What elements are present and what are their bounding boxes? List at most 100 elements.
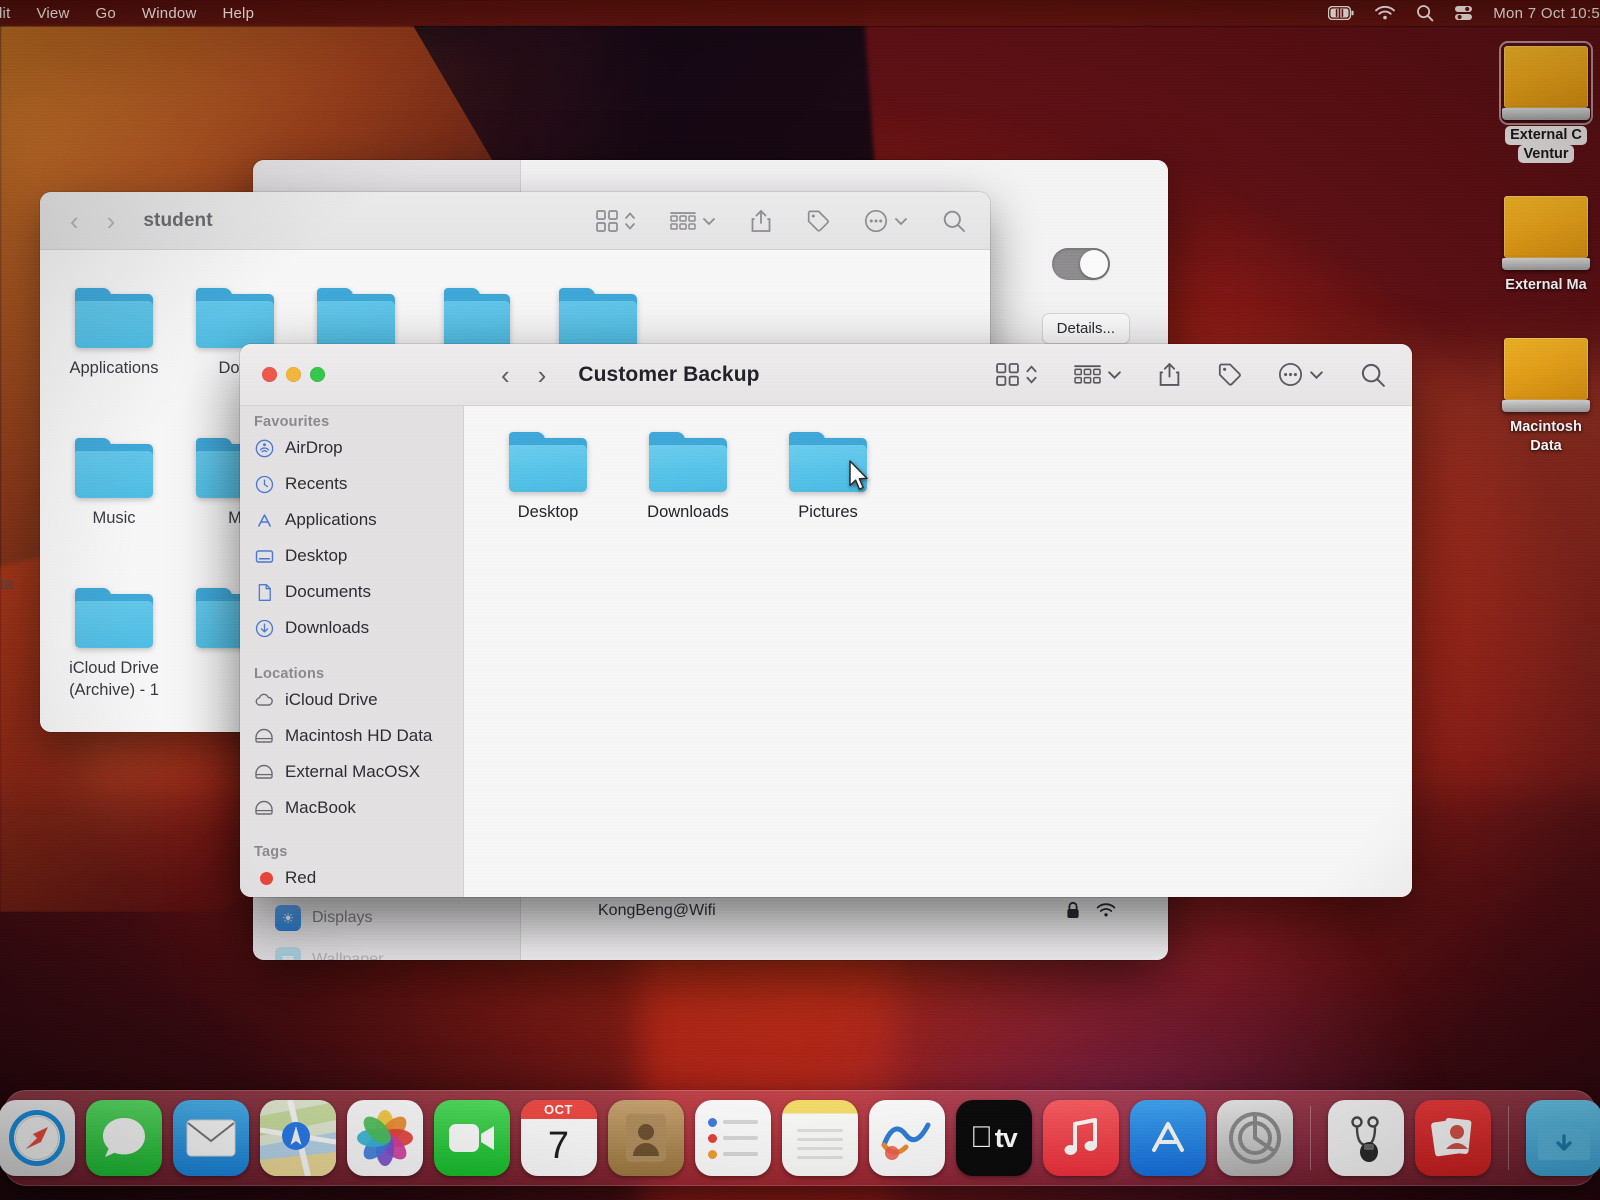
item-label: Music xyxy=(92,509,136,527)
finder-item-downloads[interactable]: Downloads xyxy=(628,432,748,522)
group-by-group[interactable] xyxy=(670,210,716,232)
tag-icon[interactable] xyxy=(806,209,830,233)
control-center-icon[interactable] xyxy=(1454,5,1473,21)
dock-music[interactable] xyxy=(1042,1100,1119,1176)
icon-view-icon[interactable] xyxy=(996,363,1019,386)
sidebar-item-label: Desktop xyxy=(285,546,348,565)
dock-mail[interactable] xyxy=(172,1100,249,1176)
dock-maps[interactable] xyxy=(259,1100,336,1176)
finder-window-customer-backup[interactable]: ‹ › Customer Backup Favourites AirDrop R… xyxy=(240,344,1412,897)
forward-chevron-icon[interactable]: › xyxy=(107,208,116,234)
back-chevron-icon[interactable]: ‹ xyxy=(70,208,79,234)
dock-reminders[interactable] xyxy=(694,1100,771,1176)
dock-calendar[interactable]: OCT 7 xyxy=(520,1100,597,1176)
dock-messages[interactable] xyxy=(85,1100,162,1176)
more-ellipsis-icon[interactable] xyxy=(864,209,888,233)
sidebar-item-tag-red[interactable]: Red xyxy=(240,860,454,896)
dock-facetime[interactable] xyxy=(433,1100,510,1176)
menu-edit-clipped[interactable]: dit xyxy=(0,5,10,22)
sidebar-item-label: Macintosh HD Data xyxy=(285,726,433,745)
wifi-toggle[interactable] xyxy=(1052,248,1110,280)
dock-photo-app[interactable] xyxy=(1414,1100,1491,1176)
wifi-icon[interactable] xyxy=(1374,5,1396,21)
sidebar-item-applications[interactable]: Applications xyxy=(240,502,454,538)
folder-icon xyxy=(75,438,153,500)
toggle-knob xyxy=(1080,250,1108,278)
finder-bg-item-icloud-archive[interactable]: iCloud Drive (Archive) - 1 xyxy=(54,588,174,700)
tag-icon[interactable] xyxy=(1217,362,1242,387)
finder-bg-item-applications[interactable]: Applications xyxy=(54,288,174,378)
view-switch-group[interactable] xyxy=(996,363,1038,386)
finder-item-pictures[interactable]: Pictures xyxy=(768,432,888,522)
group-chevron-icon[interactable] xyxy=(702,216,716,226)
battery-icon[interactable] xyxy=(1328,6,1354,20)
more-group[interactable] xyxy=(1278,362,1324,387)
finder-bg-nav[interactable]: ‹ › xyxy=(70,208,115,234)
sys-sidebar-wallpaper[interactable]: ▦ Wallpaper xyxy=(275,947,383,960)
dock-separator-1 xyxy=(1309,1106,1311,1170)
sort-chevron-icon[interactable] xyxy=(1025,363,1038,386)
sidebar-section-tags-header: Tags xyxy=(254,844,288,860)
dock-contacts[interactable] xyxy=(607,1100,684,1176)
share-icon[interactable] xyxy=(1158,362,1181,387)
search-icon[interactable] xyxy=(1360,362,1386,388)
sidebar-item-external-macosx[interactable]: External MacOSX xyxy=(240,754,454,790)
minimize-button[interactable] xyxy=(286,367,301,382)
icon-view-icon[interactable] xyxy=(596,209,618,232)
group-by-icon[interactable] xyxy=(1074,363,1101,386)
sidebar-item-macintosh-hd-data[interactable]: Macintosh HD Data xyxy=(240,718,454,754)
forward-chevron-icon[interactable]: › xyxy=(538,362,547,388)
more-group[interactable] xyxy=(864,209,908,233)
menu-window[interactable]: Window xyxy=(142,5,197,22)
desktop-drive-macintosh-data[interactable]: Macintosh Data xyxy=(1486,338,1600,455)
sidebar-item-downloads[interactable]: Downloads xyxy=(240,610,454,646)
group-by-group[interactable] xyxy=(1074,363,1122,386)
details-button[interactable]: Details... xyxy=(1041,313,1130,344)
search-icon[interactable] xyxy=(942,209,966,233)
sidebar-item-recents[interactable]: Recents xyxy=(240,466,454,502)
desktop-drive-external-c-ventura[interactable]: External C Ventur xyxy=(1486,41,1600,164)
group-by-icon[interactable] xyxy=(670,210,696,232)
item-label: Pictures xyxy=(798,503,858,521)
menu-help[interactable]: Help xyxy=(222,5,254,22)
sidebar-item-airdrop[interactable]: AirDrop xyxy=(240,430,454,466)
menu-go[interactable]: Go xyxy=(96,5,116,22)
finder-nav-buttons[interactable]: ‹ › xyxy=(501,362,546,388)
dock-system-settings[interactable] xyxy=(1216,1100,1293,1176)
more-ellipsis-icon[interactable] xyxy=(1278,362,1303,387)
more-chevron-icon[interactable] xyxy=(1309,369,1324,380)
external-drive-icon xyxy=(1502,338,1590,412)
dock-appletv[interactable]:  tv xyxy=(955,1100,1032,1176)
folder-icon xyxy=(75,588,153,650)
view-switch-group[interactable] xyxy=(596,209,636,232)
dock-downloads-folder[interactable] xyxy=(1525,1100,1600,1176)
finder-item-desktop[interactable]: Desktop xyxy=(488,432,608,522)
menu-view[interactable]: View xyxy=(36,5,69,22)
share-icon[interactable] xyxy=(750,209,772,233)
sidebar-item-icloud-drive[interactable]: iCloud Drive xyxy=(240,682,454,718)
more-chevron-icon[interactable] xyxy=(894,216,908,226)
sort-chevron-icon[interactable] xyxy=(624,210,636,232)
close-button[interactable] xyxy=(262,367,277,382)
sys-sidebar-displays[interactable]: ☀ Displays xyxy=(275,905,372,931)
window-traffic-lights[interactable] xyxy=(262,367,325,382)
dock-safari[interactable] xyxy=(0,1100,75,1176)
search-icon[interactable] xyxy=(1416,4,1434,22)
folder-icon xyxy=(649,432,727,494)
back-chevron-icon[interactable]: ‹ xyxy=(501,362,510,388)
sidebar-item-macbook[interactable]: MacBook xyxy=(240,790,454,826)
dock-photos[interactable] xyxy=(346,1100,423,1176)
group-chevron-icon[interactable] xyxy=(1107,369,1122,380)
zoom-button[interactable] xyxy=(310,367,325,382)
dock-notes[interactable] xyxy=(781,1100,858,1176)
dock-mouse-utility[interactable] xyxy=(1327,1100,1404,1176)
finder-bg-item-music[interactable]: Music xyxy=(54,438,174,528)
dock-freeform[interactable] xyxy=(868,1100,945,1176)
finder-content-pane[interactable]: Desktop Downloads Pictures xyxy=(464,406,1412,897)
sidebar-section-locations-header: Locations xyxy=(254,666,325,682)
menubar-datetime[interactable]: Mon 7 Oct 10:5 xyxy=(1493,5,1600,22)
dock-appstore[interactable] xyxy=(1129,1100,1206,1176)
sidebar-item-desktop[interactable]: Desktop xyxy=(240,538,454,574)
desktop-drive-external-macosx[interactable]: External Ma xyxy=(1486,196,1600,295)
sidebar-item-documents[interactable]: Documents xyxy=(240,574,454,610)
